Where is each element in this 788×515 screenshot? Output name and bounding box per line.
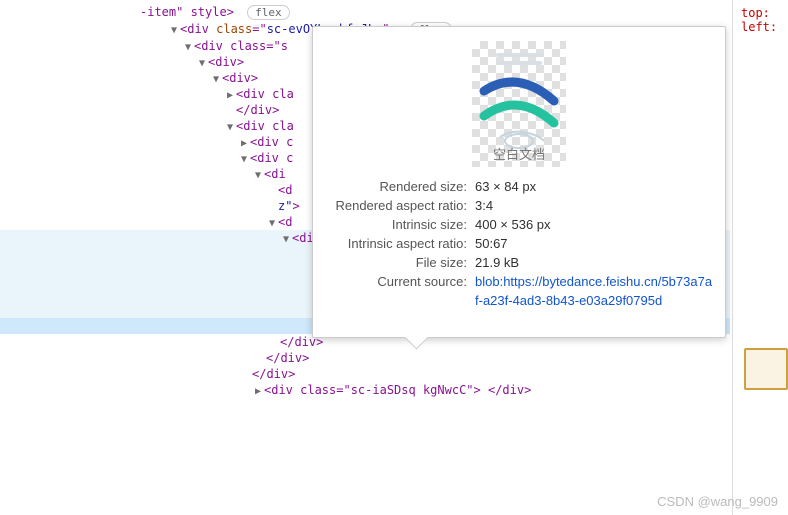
image-preview: 空白文档 — [472, 41, 566, 167]
css-prop[interactable]: left: — [741, 20, 780, 34]
element-preview-box — [744, 348, 788, 390]
source-url-link[interactable]: blob:https://bytedance.feishu.cn/5b73a7a… — [475, 272, 713, 310]
image-info-tooltip: 空白文档 Rendered size:63 × 84 px Rendered a… — [312, 26, 726, 338]
expander-icon[interactable]: ▼ — [168, 25, 180, 36]
text-fragment: -item" style> — [140, 5, 234, 19]
watermark: CSDN @wang_9909 — [657, 494, 778, 509]
tooltip-rows: Rendered size:63 × 84 px Rendered aspect… — [313, 175, 725, 320]
display-badge: flex — [247, 5, 290, 20]
dom-line[interactable]: </div> — [0, 366, 730, 382]
styles-pane[interactable]: top: left: — [732, 0, 788, 515]
preview-caption: 空白文档 — [472, 144, 566, 163]
dom-line[interactable]: -item" style> flex — [0, 4, 730, 21]
dom-line[interactable]: ▶<div class="sc-iaSDsq kgNwcC"> </div> — [0, 382, 730, 398]
dom-line[interactable]: </div> — [0, 350, 730, 366]
css-prop[interactable]: top: — [741, 6, 780, 20]
